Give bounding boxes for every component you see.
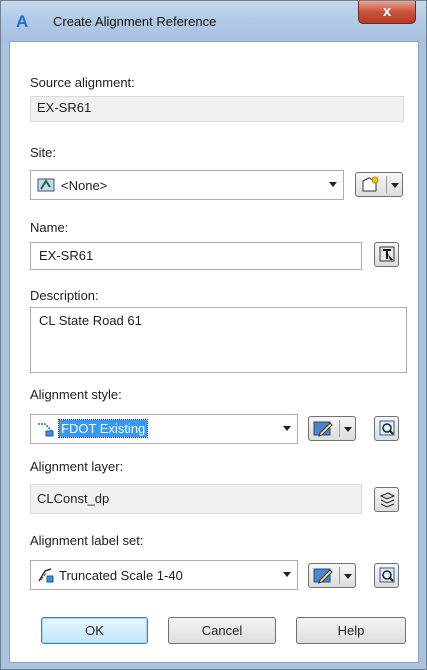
edit-label-set-button[interactable] — [308, 563, 356, 588]
alignment-style-icon — [38, 423, 54, 437]
chevron-down-icon — [283, 426, 291, 431]
chevron-down-icon — [344, 574, 352, 579]
alignment-layer-value: CLConst_dp — [30, 484, 362, 514]
site-label: Site: — [30, 145, 57, 160]
source-alignment-label: Source alignment: — [30, 75, 135, 90]
new-site-icon — [362, 176, 379, 192]
pick-from-drawing-icon — [379, 246, 395, 262]
alignment-label-set-value: Truncated Scale 1-40 — [59, 568, 183, 583]
chevron-down-icon — [329, 182, 337, 187]
pick-name-button[interactable] — [374, 242, 399, 267]
detail-view-icon — [379, 567, 395, 583]
button-separator — [386, 176, 387, 193]
layer-icon — [379, 492, 396, 508]
label-set-detail-button[interactable] — [374, 563, 399, 588]
site-value: <None> — [61, 178, 108, 193]
alignment-style-label: Alignment style: — [30, 387, 122, 402]
ok-button[interactable]: OK — [41, 617, 148, 644]
chevron-down-icon — [283, 572, 291, 577]
close-icon: x — [382, 3, 392, 20]
edit-style-icon — [313, 568, 333, 584]
create-site-button[interactable] — [355, 172, 403, 197]
chevron-down-icon — [391, 183, 399, 188]
edit-style-icon — [313, 421, 333, 437]
close-button[interactable]: x — [358, 1, 416, 24]
site-combo[interactable]: <None> — [30, 170, 344, 200]
cancel-button[interactable]: Cancel — [168, 617, 276, 644]
dialog-title: Create Alignment Reference — [53, 14, 217, 29]
description-label: Description: — [30, 288, 99, 303]
button-separator — [339, 567, 340, 584]
help-button[interactable]: Help — [296, 617, 406, 644]
source-alignment-value: EX-SR61 — [30, 96, 404, 122]
description-input[interactable]: CL State Road 61 — [30, 307, 407, 373]
label-set-icon — [38, 568, 54, 583]
title-bar[interactable]: A Create Alignment Reference x — [1, 1, 426, 41]
app-icon: A — [16, 12, 29, 31]
detail-view-icon — [379, 420, 395, 436]
edit-style-button[interactable] — [308, 416, 356, 441]
alignment-layer-label: Alignment layer: — [30, 459, 124, 474]
alignment-style-value: FDOT Existing — [57, 419, 149, 438]
style-detail-button[interactable] — [374, 416, 399, 441]
button-separator — [339, 420, 340, 437]
site-icon — [37, 178, 55, 192]
chevron-down-icon — [344, 427, 352, 432]
alignment-style-combo[interactable]: FDOT Existing — [30, 414, 298, 444]
layer-button[interactable] — [374, 487, 399, 512]
alignment-label-set-combo[interactable]: Truncated Scale 1-40 — [30, 560, 298, 590]
name-input[interactable]: EX-SR61 — [30, 242, 362, 270]
name-label: Name: — [30, 220, 69, 235]
alignment-label-set-label: Alignment label set: — [30, 533, 144, 548]
